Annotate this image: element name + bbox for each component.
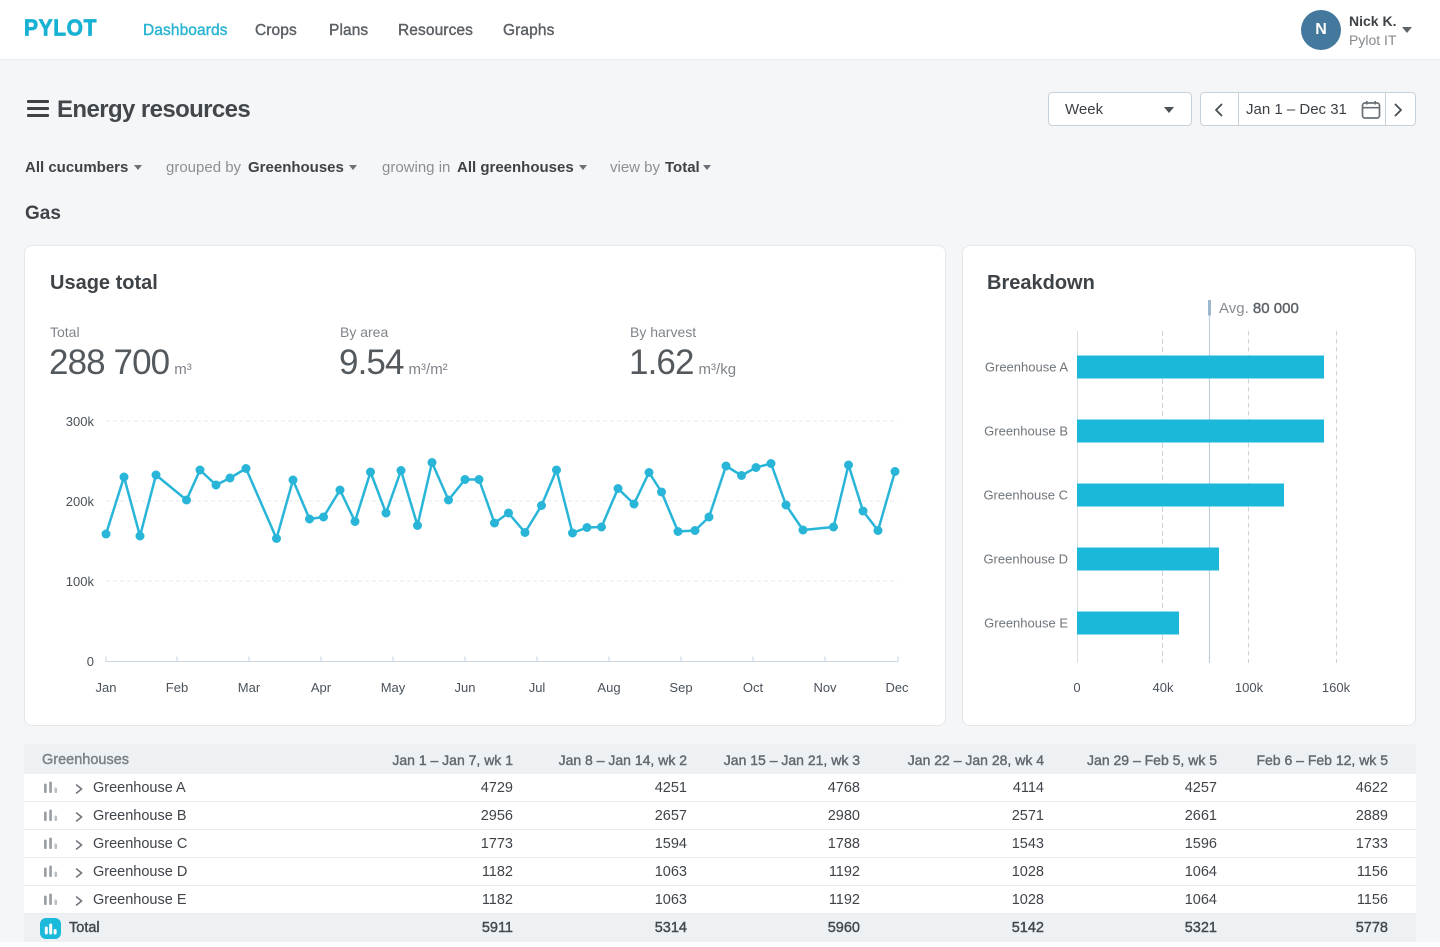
svg-text:100k: 100k <box>66 574 95 589</box>
svg-text:Greenhouse D: Greenhouse D <box>983 552 1068 567</box>
svg-text:May: May <box>381 680 406 695</box>
svg-text:Greenhouse C: Greenhouse C <box>983 488 1068 503</box>
svg-text:Jul: Jul <box>529 680 546 695</box>
svg-text:300k: 300k <box>66 414 95 429</box>
svg-text:Jan: Jan <box>96 680 117 695</box>
svg-text:Jun: Jun <box>455 680 476 695</box>
svg-text:Dec: Dec <box>885 680 909 695</box>
svg-text:Mar: Mar <box>238 680 261 695</box>
svg-text:Apr: Apr <box>311 680 332 695</box>
svg-text:200k: 200k <box>66 494 95 509</box>
svg-text:100k: 100k <box>1235 680 1264 695</box>
svg-text:Oct: Oct <box>743 680 764 695</box>
svg-text:Greenhouse E: Greenhouse E <box>984 616 1068 631</box>
svg-text:0: 0 <box>87 654 94 669</box>
svg-text:Aug: Aug <box>597 680 620 695</box>
svg-text:Greenhouse B: Greenhouse B <box>984 424 1068 439</box>
svg-text:Greenhouse A: Greenhouse A <box>985 360 1068 375</box>
svg-text:Feb: Feb <box>166 680 188 695</box>
svg-text:Nov: Nov <box>813 680 837 695</box>
svg-text:Sep: Sep <box>669 680 692 695</box>
svg-text:40k: 40k <box>1153 680 1174 695</box>
svg-text:0: 0 <box>1073 680 1080 695</box>
svg-text:Avg. 80 000: Avg. 80 000 <box>1219 300 1299 317</box>
svg-text:160k: 160k <box>1322 680 1351 695</box>
